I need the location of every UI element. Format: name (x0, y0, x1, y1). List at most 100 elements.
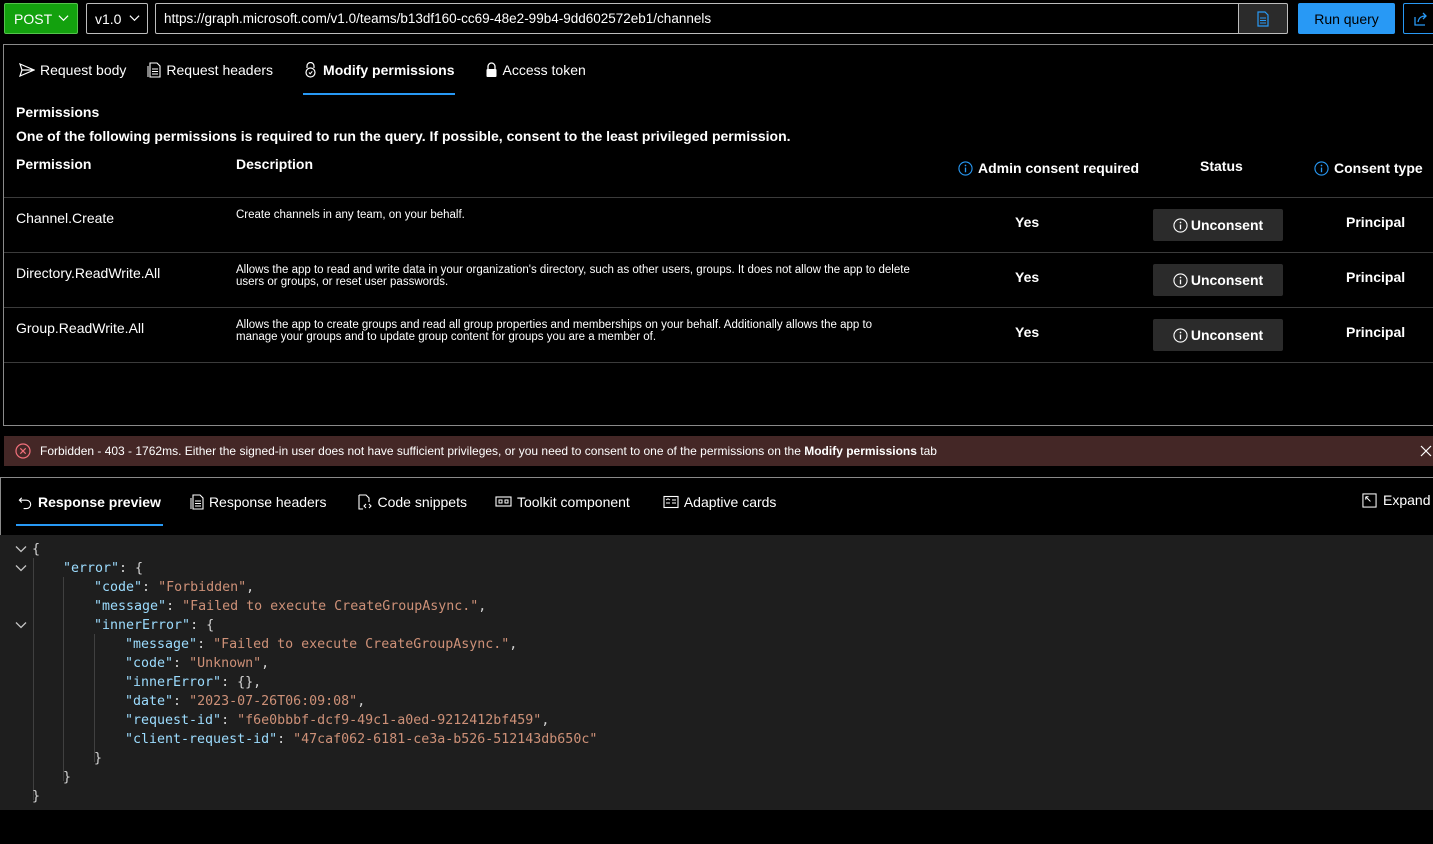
expand-button[interactable]: Expand (1362, 492, 1430, 508)
code-line: "message": "Failed to execute CreateGrou… (94, 599, 487, 614)
expand-label: Expand (1383, 492, 1431, 508)
json-string: "Unknown" (189, 656, 262, 671)
code-line: } (0, 768, 1433, 787)
version-dropdown[interactable]: v1.0 (86, 3, 148, 34)
permission-name: Group.ReadWrite.All (16, 320, 145, 336)
permissions-title: Permissions (16, 104, 100, 120)
share-button[interactable] (1403, 3, 1433, 34)
consent-type-value: Principal (1346, 324, 1406, 340)
code-line: "error": { (0, 559, 1433, 578)
json-key: "code" (125, 656, 174, 671)
document-headers-icon (147, 62, 161, 78)
tab-label: Response headers (208, 494, 327, 510)
send-icon (19, 63, 35, 77)
unconsent-button[interactable]: Unconsent (1153, 264, 1283, 296)
column-header-status: Status (1200, 158, 1243, 174)
tab-response-preview[interactable]: Response preview (16, 478, 163, 526)
error-message-suffix: tab (916, 444, 937, 458)
info-icon (1173, 217, 1188, 233)
json-string: "Failed to execute CreateGroupAsync." (182, 599, 479, 614)
table-row: Group.ReadWrite.All Allows the app to cr… (4, 308, 1433, 363)
tab-adaptive-cards[interactable]: Adaptive cards (663, 478, 777, 526)
unconsent-button[interactable]: Unconsent (1153, 319, 1283, 351)
admin-consent-value: Yes (1015, 214, 1040, 230)
close-icon[interactable] (1420, 445, 1432, 457)
docs-button[interactable] (1239, 3, 1288, 34)
column-header-description: Description (236, 156, 314, 172)
json-key: "date" (125, 694, 174, 709)
error-message-text: Forbidden - 403 - 1762ms. Either the sig… (40, 444, 805, 458)
chevron-down-icon (58, 15, 69, 22)
tab-label: Adaptive cards (683, 494, 777, 510)
json-key: "innerError" (125, 675, 222, 690)
toolkit-icon (495, 496, 512, 507)
fold-chevron-icon[interactable] (15, 621, 27, 630)
json-key: "message" (94, 599, 167, 614)
tab-response-headers[interactable]: Response headers (190, 478, 327, 526)
tab-modify-permissions[interactable]: Modify permissions (303, 45, 455, 95)
column-header-admin-consent: Admin consent required (958, 160, 1139, 176)
column-header-label: Consent type (1334, 160, 1423, 176)
unconsent-label: Unconsent (1190, 327, 1264, 343)
card-icon (663, 495, 679, 509)
info-icon[interactable] (958, 160, 973, 176)
request-tabs: Request body Request headers Modify perm… (4, 45, 586, 95)
request-panel: Request body Request headers Modify perm… (3, 44, 1433, 426)
json-key: "code" (94, 580, 143, 595)
json-brace: } (32, 789, 41, 804)
undo-arrow-icon (18, 496, 32, 509)
code-line: "innerError": { (0, 616, 1433, 635)
url-input[interactable]: https://graph.microsoft.com/v1.0/teams/b… (155, 3, 1239, 34)
json-brace: } (94, 751, 103, 766)
query-bar: POST v1.0 https://graph.microsoft.com/v1… (0, 0, 1433, 38)
json-value: {} (237, 675, 254, 690)
json-string: "Failed to execute CreateGroupAsync." (213, 637, 510, 652)
http-method-label: POST (14, 10, 53, 27)
run-query-button[interactable]: Run query (1298, 3, 1395, 34)
permission-name: Directory.ReadWrite.All (16, 265, 161, 281)
response-json-viewer[interactable]: { "error": { "code": "Forbidden", "messa… (0, 535, 1433, 810)
error-message-bar: Forbidden - 403 - 1762ms. Either the sig… (4, 436, 1433, 466)
info-icon[interactable] (1314, 160, 1329, 176)
permission-description: Allows the app to create groups and read… (236, 319, 873, 343)
code-line: } (0, 749, 1433, 768)
code-line: "code": "Forbidden", (94, 580, 255, 595)
document-icon (1257, 10, 1269, 27)
code-line: "client-request-id": "47caf062-6181-ce3a… (125, 732, 598, 747)
fold-chevron-icon[interactable] (15, 564, 27, 573)
http-method-dropdown[interactable]: POST (4, 3, 78, 34)
admin-consent-value: Yes (1015, 324, 1040, 340)
tab-request-body[interactable]: Request body (19, 45, 126, 95)
json-key: "request-id" (125, 713, 222, 728)
lock-shield-icon (305, 62, 316, 78)
permission-description: Allows the app to read and write data in… (236, 264, 910, 288)
tab-code-snippets[interactable]: Code snippets (356, 478, 467, 526)
unconsent-label: Unconsent (1190, 272, 1264, 288)
error-message-link-text: Modify permissions (804, 444, 917, 458)
unconsent-label: Unconsent (1190, 217, 1264, 233)
json-string: "47caf062-6181-ce3a-b526-512143db650c" (293, 732, 598, 747)
fold-chevron-icon[interactable] (15, 545, 27, 554)
unconsent-button[interactable]: Unconsent (1153, 209, 1283, 241)
tab-toolkit-component[interactable]: Toolkit component (495, 478, 630, 526)
chevron-down-icon (129, 15, 140, 22)
json-brace: { (32, 542, 41, 557)
json-string: "f6e0bbbf-dcf9-49c1-a0ed-9212412bf459" (237, 713, 542, 728)
tab-request-headers[interactable]: Request headers (147, 45, 273, 95)
json-key: "message" (125, 637, 198, 652)
code-line: "code": "Unknown", (125, 656, 270, 671)
response-tabs: Response preview Response headers Code s… (16, 478, 776, 526)
expand-icon (1362, 492, 1377, 508)
table-row: Channel.Create Create channels in any te… (4, 198, 1433, 253)
error-message: Forbidden - 403 - 1762ms. Either the sig… (40, 444, 937, 458)
code-doc-icon (358, 494, 373, 510)
json-key: "error" (63, 561, 120, 576)
json-key: "client-request-id" (125, 732, 278, 747)
code-line: } (0, 787, 1433, 806)
tab-label: Request body (40, 62, 127, 78)
tab-access-token[interactable]: Access token (485, 45, 586, 95)
json-brace: } (63, 770, 72, 785)
version-label: v1.0 (95, 10, 122, 27)
column-header-consent-type: Consent type (1314, 160, 1423, 176)
table-row: Directory.ReadWrite.All Allows the app t… (4, 253, 1433, 308)
